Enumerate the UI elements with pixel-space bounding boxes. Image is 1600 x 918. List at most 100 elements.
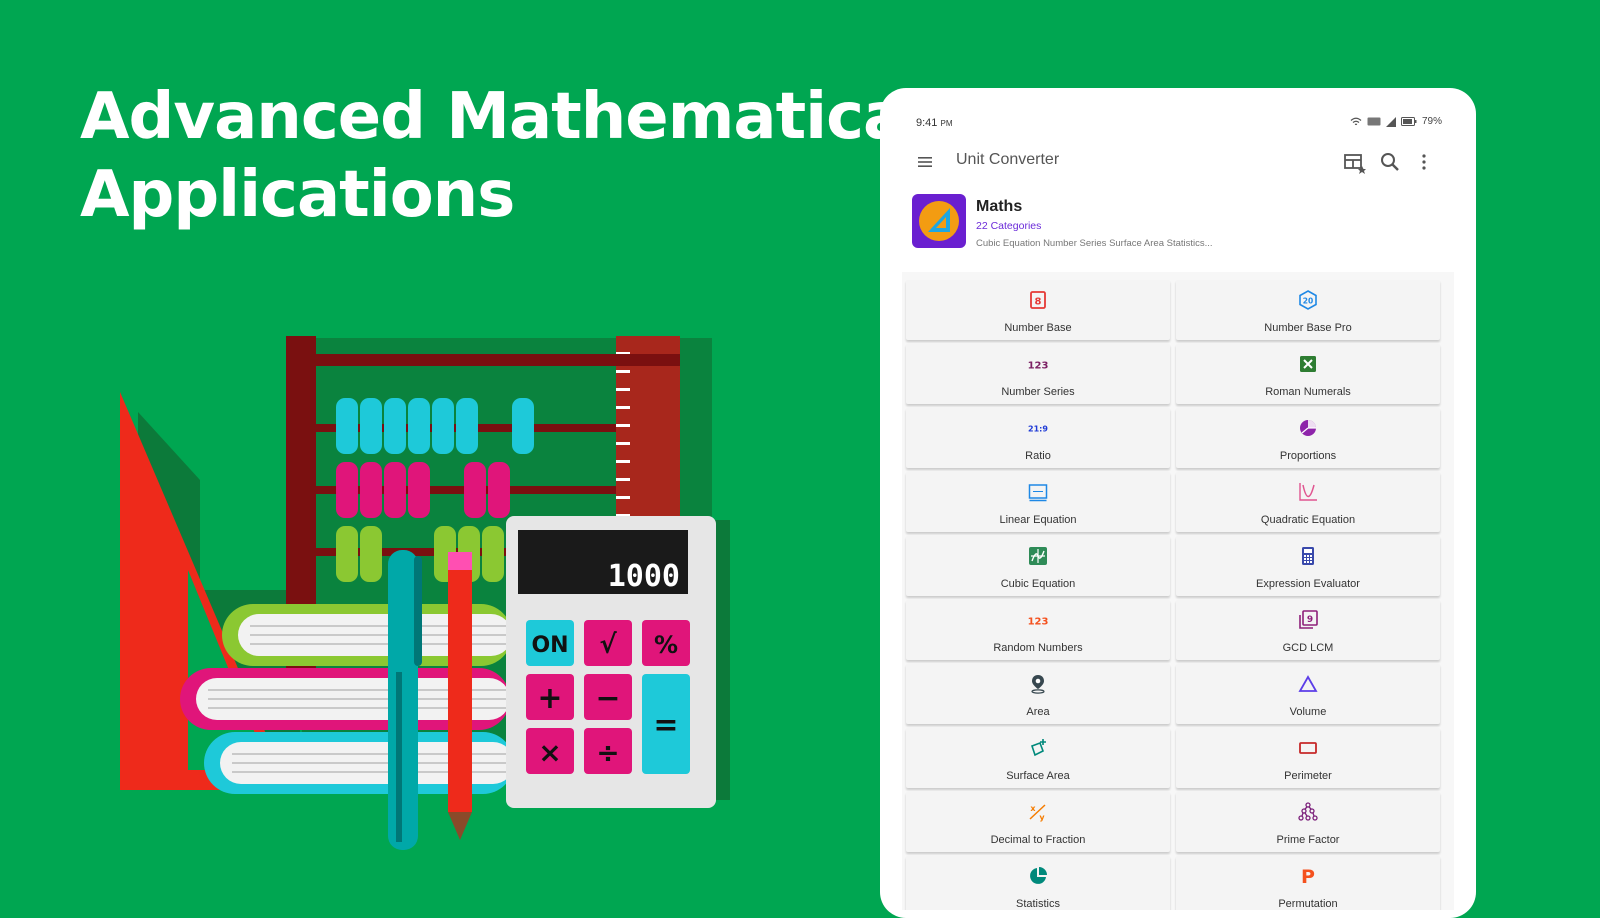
tool-label: Prime Factor	[1276, 834, 1340, 846]
tool-label: Number Base Pro	[1264, 322, 1352, 334]
tool-statistics[interactable]: Statistics	[906, 856, 1170, 910]
tool-label: Ratio	[1025, 450, 1051, 462]
tool-decimal-to-fraction[interactable]: xy Decimal to Fraction	[906, 792, 1170, 852]
app-bar: Unit Converter	[902, 138, 1454, 186]
expression-evaluator-icon	[1302, 547, 1314, 565]
search-icon[interactable]	[1378, 150, 1402, 174]
tool-grid: 8 Number Base 20 Number Base Pro 123 Num…	[906, 280, 1450, 910]
headline-line-1: Advanced Mathematical	[80, 80, 927, 154]
tool-proportions[interactable]: Proportions	[1176, 408, 1440, 468]
headline: Advanced Mathematical Applications	[80, 78, 927, 234]
cubic-equation-icon	[1029, 547, 1047, 565]
calc-key-on: ON	[531, 633, 568, 658]
ratio-icon: 21:9	[1028, 425, 1048, 434]
signal-icon	[1385, 116, 1396, 127]
svg-text:9: 9	[1307, 615, 1313, 625]
calculator-display: 1000	[608, 559, 680, 594]
tool-label: Quadratic Equation	[1260, 514, 1356, 526]
layout-icon[interactable]	[1342, 150, 1366, 174]
calc-key-divide: ÷	[596, 736, 619, 769]
battery-icon	[1400, 117, 1417, 126]
tool-label: Cubic Equation	[1000, 578, 1076, 590]
linear-equation-icon	[1028, 484, 1048, 502]
tool-label: Surface Area	[1006, 770, 1070, 782]
tool-number-base[interactable]: 8 Number Base	[906, 280, 1170, 340]
quadratic-equation-icon	[1299, 483, 1317, 501]
app-title: Unit Converter	[956, 151, 1060, 168]
prime-factor-icon	[1298, 802, 1318, 821]
tool-label: GCD LCM	[1282, 642, 1334, 654]
statistics-icon	[1030, 867, 1047, 884]
tool-random-numbers[interactable]: 123 Random Numbers	[906, 600, 1170, 660]
tool-label: Roman Numerals	[1265, 386, 1351, 398]
tool-label: Random Numbers	[993, 642, 1083, 654]
status-time-ampm: PM	[940, 119, 953, 128]
tool-label: Proportions	[1279, 450, 1337, 462]
tool-quadratic-equation[interactable]: Quadratic Equation	[1176, 472, 1440, 532]
tool-volume[interactable]: Volume	[1176, 664, 1440, 724]
calc-key-multiply: ×	[538, 736, 561, 769]
more-icon[interactable]	[1412, 150, 1436, 174]
calc-key-equals: =	[653, 708, 678, 743]
proportions-icon	[1300, 420, 1316, 436]
category-count[interactable]: 22 Categories	[976, 220, 1041, 232]
perimeter-icon	[1299, 742, 1317, 754]
decimal-to-fraction-icon: xy	[1029, 804, 1046, 822]
calc-key-minus: −	[595, 681, 620, 716]
tool-ratio[interactable]: 21:9 Ratio	[906, 408, 1170, 468]
battery-percent: 79%	[1421, 116, 1442, 127]
data-icon	[1367, 117, 1381, 126]
tool-label: Number Series	[1001, 386, 1075, 398]
svg-text:y: y	[1039, 813, 1045, 822]
status-bar: 9:41 PM 79%	[902, 110, 1454, 138]
tool-label: Area	[1026, 706, 1050, 718]
volume-icon	[1298, 675, 1318, 692]
tool-cubic-equation[interactable]: Cubic Equation	[906, 536, 1170, 596]
tool-number-base-pro[interactable]: 20 Number Base Pro	[1176, 280, 1440, 340]
math-illustration: 1000 ON √ % + − = × ÷	[120, 336, 730, 850]
tool-area[interactable]: Area	[906, 664, 1170, 724]
permutation-icon: P	[1301, 866, 1315, 886]
roman-numerals-icon	[1300, 356, 1316, 372]
tool-permutation[interactable]: P Permutation	[1176, 856, 1440, 910]
tool-perimeter[interactable]: Perimeter	[1176, 728, 1440, 788]
tool-surface-area[interactable]: Surface Area	[906, 728, 1170, 788]
calc-key-percent: %	[654, 631, 678, 659]
maths-category-icon	[912, 194, 966, 248]
number-series-icon: 123	[1028, 361, 1048, 372]
surface-area-icon	[1030, 739, 1046, 757]
tool-number-series[interactable]: 123 Number Series	[906, 344, 1170, 404]
category-header: Maths 22 Categories Cubic Equation Numbe…	[902, 186, 1454, 272]
app-screen: 9:41 PM 79% Unit Converter Maths 22 Cate…	[902, 110, 1454, 910]
status-time: 9:41 PM	[916, 117, 952, 129]
svg-text:20: 20	[1303, 297, 1313, 306]
svg-text:P: P	[1301, 866, 1315, 886]
svg-text:21:9: 21:9	[1028, 425, 1048, 434]
tool-label: Decimal to Fraction	[990, 834, 1086, 846]
area-icon	[1031, 675, 1045, 694]
tool-prime-factor[interactable]: Prime Factor	[1176, 792, 1440, 852]
svg-text:123: 123	[1028, 617, 1048, 628]
tool-roman-numerals[interactable]: Roman Numerals	[1176, 344, 1440, 404]
svg-text:x: x	[1030, 804, 1036, 813]
tool-label: Perimeter	[1284, 770, 1332, 782]
status-time-value: 9:41	[916, 117, 938, 129]
category-name: Maths	[976, 198, 1023, 215]
tool-label: Linear Equation	[999, 514, 1077, 526]
svg-text:123: 123	[1028, 361, 1048, 372]
gcd-lcm-icon: 9	[1299, 610, 1318, 629]
svg-text:8: 8	[1035, 297, 1042, 308]
number-base-pro-icon: 20	[1299, 290, 1317, 310]
menu-icon[interactable]	[916, 152, 936, 172]
tool-label: Expression Evaluator	[1256, 578, 1360, 590]
tool-linear-equation[interactable]: Linear Equation	[906, 472, 1170, 532]
tool-gcd-lcm[interactable]: 9 GCD LCM	[1176, 600, 1440, 660]
calc-key-sqrt: √	[599, 630, 617, 660]
phone-frame: 9:41 PM 79% Unit Converter Maths 22 Cate…	[880, 88, 1476, 918]
tool-label: Volume	[1289, 706, 1327, 718]
random-numbers-icon: 123	[1028, 617, 1048, 628]
tool-label: Number Base	[1004, 322, 1072, 334]
headline-line-2: Applications	[80, 158, 515, 232]
tool-expression-evaluator[interactable]: Expression Evaluator	[1176, 536, 1440, 596]
calc-key-plus: +	[537, 681, 562, 716]
